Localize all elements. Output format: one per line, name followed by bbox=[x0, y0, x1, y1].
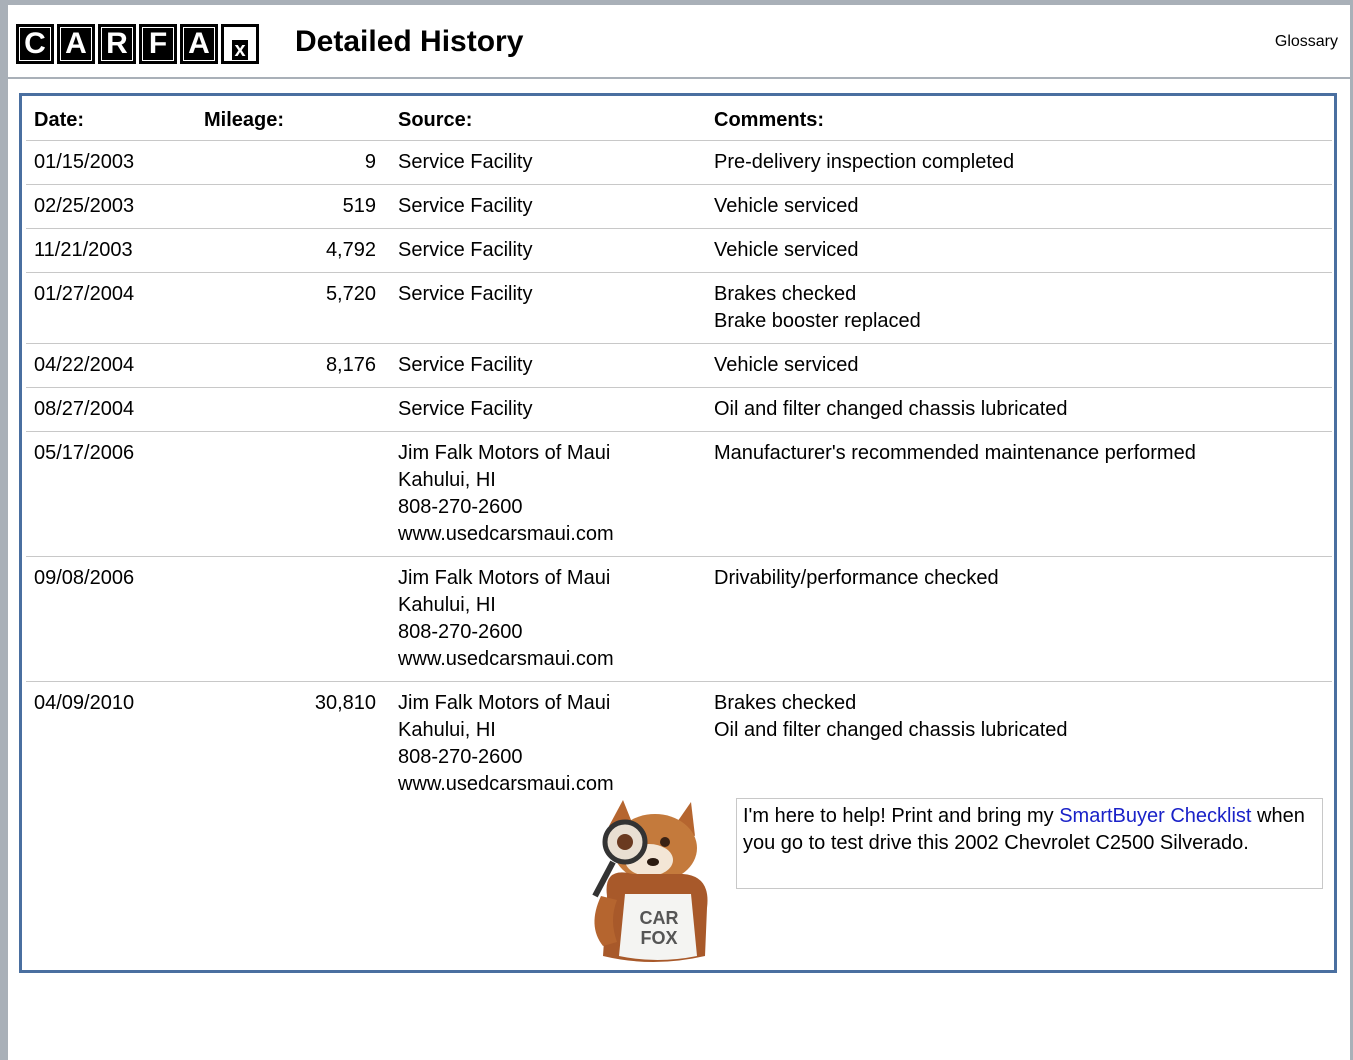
page-title: Detailed History bbox=[295, 25, 524, 58]
logo-tile: A bbox=[180, 24, 218, 64]
source-line: Service Facility bbox=[398, 195, 533, 217]
source-line: Kahului, HI bbox=[398, 469, 496, 491]
source-line: www.usedcarsmaui.com bbox=[398, 523, 614, 545]
row-comments: Drivability/performance checked bbox=[706, 556, 1332, 682]
row-comments: Manufacturer's recommended maintenance p… bbox=[706, 431, 1332, 557]
row-date: 01/27/2004 bbox=[26, 272, 194, 344]
logo-tile: F bbox=[139, 24, 177, 64]
row-comments: Oil and filter changed chassis lubricate… bbox=[706, 387, 1332, 432]
report-header: C A R F A x Detailed History Glossary bbox=[8, 5, 1350, 79]
comment-line: Vehicle serviced bbox=[714, 195, 859, 217]
row-source: Service Facility bbox=[390, 272, 706, 344]
carfox-mascot-image: CAR FOX bbox=[592, 800, 708, 962]
table-row: 02/25/2003 519 Service Facility Vehicle ser… bbox=[26, 184, 1332, 229]
source-line: Service Facility bbox=[398, 151, 533, 173]
comment-line: Oil and filter changed chassis lubricate… bbox=[714, 398, 1068, 420]
row-date: 04/09/2010 bbox=[34, 692, 135, 714]
row-date: 02/25/2003 bbox=[26, 184, 194, 229]
row-date: 01/15/2003 bbox=[26, 140, 194, 185]
source-line: 808-270-2600 bbox=[398, 746, 523, 768]
row-mileage: 30,810 bbox=[314, 692, 376, 714]
logo-tile: R bbox=[98, 24, 136, 64]
column-header-date: Date: bbox=[26, 100, 194, 141]
source-line: 808-270-2600 bbox=[398, 496, 523, 518]
row-source: Service Facility bbox=[390, 343, 706, 388]
row-comments: Brakes checked Oil and filter changed cha… bbox=[706, 682, 1332, 807]
column-header-source: Source: bbox=[390, 100, 706, 141]
logo-tile: x bbox=[221, 24, 259, 64]
row-comments: Pre-delivery inspection completed bbox=[706, 140, 1332, 185]
source-line: 808-270-2600 bbox=[398, 621, 523, 643]
source-line: Jim Falk Motors of Maui bbox=[398, 442, 611, 464]
svg-text:FOX: FOX bbox=[640, 928, 677, 948]
row-source: Jim Falk Motors of Maui Kahului, HI 808-27… bbox=[390, 431, 706, 557]
table-row: 04/22/2004 8,176 Service Facility Vehicle s… bbox=[26, 343, 1332, 388]
row-source: Service Facility bbox=[390, 140, 706, 185]
row-source: Service Facility bbox=[390, 387, 706, 432]
carfax-logo: C A R F A x bbox=[16, 24, 259, 64]
row-date: 09/08/2006 bbox=[26, 556, 194, 682]
row-mileage: 519 bbox=[194, 184, 390, 229]
row-date: 08/27/2004 bbox=[26, 387, 194, 432]
source-line: Jim Falk Motors of Maui bbox=[398, 692, 611, 714]
source-line: Service Facility bbox=[398, 398, 533, 420]
row-source: Service Facility bbox=[390, 184, 706, 229]
row-comments: Vehicle serviced bbox=[706, 343, 1332, 388]
table-row: 01/15/2003 9 Service Facility Pre-delivery … bbox=[26, 140, 1332, 185]
row-mileage bbox=[194, 431, 390, 557]
history-table: Date: Mileage: Source: Comments: 01/15/2… bbox=[26, 100, 1332, 806]
source-line: Service Facility bbox=[398, 239, 533, 261]
history-table-body: 01/15/2003 9 Service Facility Pre-delivery … bbox=[26, 140, 1332, 807]
row-mileage: 8,176 bbox=[194, 343, 390, 388]
detailed-history-panel: Date: Mileage: Source: Comments: 01/15/2… bbox=[19, 93, 1337, 973]
source-line: Jim Falk Motors of Maui bbox=[398, 567, 611, 589]
comment-line: Vehicle serviced bbox=[714, 239, 859, 261]
comment-line: Brakes checked bbox=[714, 283, 857, 305]
column-header-comments: Comments: bbox=[706, 100, 1332, 141]
table-row: 01/27/2004 5,720 Service Facility Brakes ch… bbox=[26, 272, 1332, 344]
comment-line: Brakes checked bbox=[714, 692, 857, 714]
glossary-link[interactable]: Glossary bbox=[1275, 33, 1338, 51]
comment-line: Brake booster replaced bbox=[714, 310, 921, 332]
row-comments: Vehicle serviced bbox=[706, 184, 1332, 229]
comment-line: Drivability/performance checked bbox=[714, 567, 999, 589]
source-line: Service Facility bbox=[398, 354, 533, 376]
source-line: Kahului, HI bbox=[398, 594, 496, 616]
row-mileage: 4,792 bbox=[194, 228, 390, 273]
table-row: 11/21/2003 4,792 Service Facility Vehicle s… bbox=[26, 228, 1332, 273]
row-mileage bbox=[194, 556, 390, 682]
table-row: 09/08/2006 Jim Falk Motors of Maui Kahului… bbox=[26, 556, 1332, 682]
table-header-row: Date: Mileage: Source: Comments: bbox=[26, 100, 1332, 141]
row-comments: Vehicle serviced bbox=[706, 228, 1332, 273]
row-mileage: 5,720 bbox=[194, 272, 390, 344]
comment-line: Manufacturer's recommended maintenance p… bbox=[714, 442, 1196, 464]
table-row: 08/27/2004 Service Facility Oil and filter… bbox=[26, 387, 1332, 432]
smartbuyer-help-box: I'm here to help! Print and bring my Sma… bbox=[736, 798, 1323, 889]
table-row: 04/09/2010 30,810 Jim Falk Motors of Maui K… bbox=[26, 682, 1332, 807]
logo-tile: A bbox=[57, 24, 95, 64]
row-source: Jim Falk Motors of Maui Kahului, HI 808-27… bbox=[390, 556, 706, 682]
logo-tile: C bbox=[16, 24, 54, 64]
row-mileage: 9 bbox=[194, 140, 390, 185]
row-comments: Brakes checked Brake booster replaced bbox=[706, 272, 1332, 344]
column-header-mileage: Mileage: bbox=[194, 100, 390, 141]
table-row: 05/17/2006 Jim Falk Motors of Maui Kahului… bbox=[26, 431, 1332, 557]
source-line: Kahului, HI bbox=[398, 719, 496, 741]
comment-line: Vehicle serviced bbox=[714, 354, 859, 376]
comment-line: Oil and filter changed chassis lubricate… bbox=[714, 719, 1068, 741]
row-source: Service Facility bbox=[390, 228, 706, 273]
source-line: Service Facility bbox=[398, 283, 533, 305]
help-text-prefix: I'm here to help! Print and bring my bbox=[743, 805, 1060, 827]
row-mileage bbox=[194, 387, 390, 432]
row-date: 11/21/2003 bbox=[26, 228, 194, 273]
svg-text:CAR: CAR bbox=[640, 908, 679, 928]
source-line: www.usedcarsmaui.com bbox=[398, 648, 614, 670]
source-line: www.usedcarsmaui.com bbox=[398, 773, 614, 795]
smartbuyer-checklist-link[interactable]: SmartBuyer Checklist bbox=[1059, 805, 1251, 827]
row-date: 05/17/2006 bbox=[26, 431, 194, 557]
row-source: Jim Falk Motors of Maui Kahului, HI 808-27… bbox=[390, 682, 706, 807]
row-date: 04/22/2004 bbox=[26, 343, 194, 388]
comment-line: Pre-delivery inspection completed bbox=[714, 151, 1015, 173]
